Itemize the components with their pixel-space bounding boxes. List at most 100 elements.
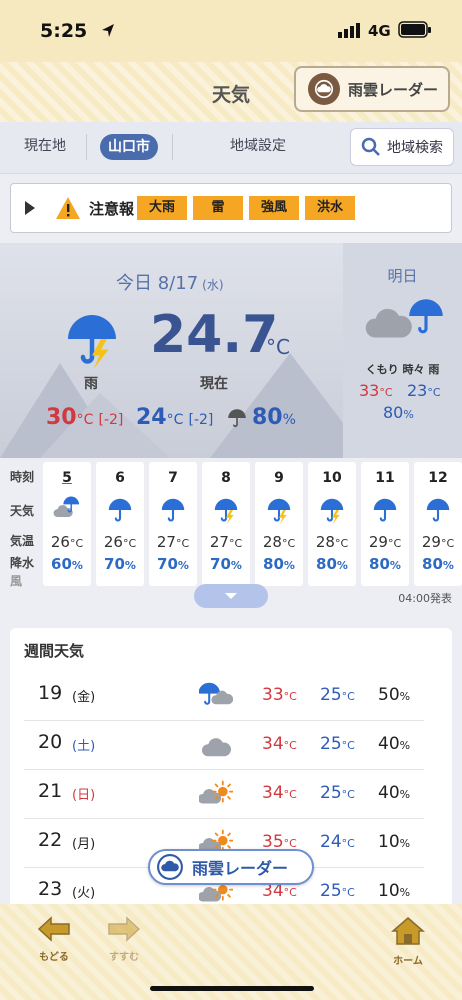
weekly-weekday: (月) — [72, 837, 96, 852]
weekly-low-value: 25 — [320, 685, 342, 705]
tab-yamaguchi[interactable]: 山口市 — [100, 134, 158, 160]
hour-precip: 70% — [202, 555, 250, 573]
home-button[interactable]: ホーム — [378, 916, 438, 967]
hour-column[interactable]: 6 26°C 70% — [96, 462, 144, 586]
hour-precip: 80% — [308, 555, 356, 573]
weekly-date: 21 — [38, 780, 63, 802]
floating-rain-radar-button[interactable]: 雨雲レーダー — [148, 849, 314, 885]
hour-temp-value: 27 — [209, 533, 229, 551]
hour-precip: 80% — [414, 555, 462, 573]
tab-current-location[interactable]: 現在地 — [24, 135, 66, 155]
hour-weather — [265, 496, 293, 528]
issued-time: 04:00発表 — [398, 592, 452, 605]
percent-unit: % — [399, 690, 411, 703]
umbrella-thunder-icon — [265, 496, 293, 524]
weekly-high-value: 33 — [262, 685, 284, 705]
weekly-row[interactable]: 21 (日) 34°C 25°C 40% — [24, 770, 424, 819]
back-button[interactable]: もどる — [24, 916, 84, 963]
hour-column[interactable]: 11 29°C 80% — [361, 462, 409, 586]
percent-unit: % — [177, 559, 189, 572]
hour-label: 7 — [168, 470, 178, 486]
hour-column[interactable]: 12 29°C 80% — [414, 462, 462, 586]
rain-radar-button[interactable]: 雨雲レーダー — [294, 66, 450, 112]
hour-temp-value: 29 — [421, 533, 441, 551]
umbrella-icon — [424, 496, 452, 524]
weather-advisory-bar[interactable]: 注意報 大雨 雷 強風 洪水 — [10, 183, 452, 233]
area-search-button[interactable]: 地域検索 — [350, 128, 454, 166]
weekly-weather — [199, 729, 233, 767]
hour-temp-value: 27 — [156, 533, 176, 551]
temp-unit: °C — [283, 690, 297, 703]
hour-column[interactable]: 9 28°C 80% — [255, 462, 303, 586]
weekly-precip: 40% — [378, 734, 410, 754]
forward-button[interactable]: すすむ — [94, 916, 154, 963]
temp-unit: °C — [283, 886, 297, 899]
weekly-precip-value: 50 — [378, 685, 400, 705]
hour-label: 10 — [322, 470, 342, 486]
location-arrow-icon — [102, 24, 114, 37]
today-heading: 今日 8/17 (水) — [116, 273, 224, 294]
weekly-precip: 50% — [378, 685, 410, 705]
weekly-row[interactable]: 19 (金) 33°C 25°C 50% — [24, 672, 424, 721]
percent-unit: % — [442, 559, 454, 572]
label-precip: 降水 — [10, 556, 35, 570]
advisory-strong-wind: 強風 — [249, 196, 299, 220]
weekly-low-value: 24 — [320, 832, 342, 852]
temp-unit: °C — [228, 537, 243, 550]
weekly-date: 22 — [38, 829, 63, 851]
tomorrow-precip: 80% — [383, 403, 414, 422]
percent-unit: % — [399, 837, 411, 850]
hour-precip: 70% — [96, 555, 144, 573]
cloud-sun-icon — [199, 778, 233, 812]
advisory-label: 注意報 — [89, 200, 135, 218]
weekly-weather — [199, 680, 233, 718]
divider — [172, 134, 173, 160]
battery-icon — [398, 21, 431, 38]
hour-precip-value: 70 — [157, 555, 178, 573]
hour-label: 6 — [115, 470, 125, 486]
weekly-low: 25°C — [320, 685, 355, 705]
expand-hourly-button[interactable] — [194, 584, 268, 608]
weekly-weekday: (土) — [72, 739, 96, 754]
hour-temp-value: 26 — [103, 533, 123, 551]
weekly-low: 25°C — [320, 783, 355, 803]
hour-precip-value: 70 — [210, 555, 231, 573]
home-label: ホーム — [393, 956, 423, 967]
hour-column[interactable]: 10 28°C 80% — [308, 462, 356, 586]
weekly-weekday: (火) — [72, 886, 96, 901]
temp-unit: °C — [122, 537, 137, 550]
percent-unit: % — [399, 788, 411, 801]
temp-unit: °C — [69, 537, 84, 550]
temp-unit: °C — [387, 537, 402, 550]
advisory-heavy-rain: 大雨 — [137, 196, 187, 220]
hour-weather — [53, 496, 81, 528]
weekly-precip-value: 40 — [378, 783, 400, 803]
hour-weather — [371, 496, 399, 528]
umbrella-thunder-icon — [318, 496, 346, 524]
advisory-thunder: 雷 — [193, 196, 243, 220]
umbrella-icon — [106, 496, 134, 524]
weekly-high-value: 34 — [262, 734, 284, 754]
tab-area-settings[interactable]: 地域設定 — [230, 135, 286, 155]
umbrella-icon — [371, 496, 399, 524]
umbrella-cloud-icon — [199, 680, 233, 714]
hour-label: 12 — [428, 470, 448, 486]
today-panel: 今日 8/17 (水) 雨 24.7 °C 現在 30°C [-2] 24°C [… — [0, 243, 343, 458]
hour-temp-value: 28 — [262, 533, 282, 551]
network-label: 4G — [368, 22, 391, 40]
hour-column[interactable]: 8 27°C 70% — [202, 462, 250, 586]
hour-temp: 28°C — [255, 533, 303, 551]
weekly-low-value: 25 — [320, 734, 342, 754]
radar-cloud-icon — [308, 73, 340, 105]
weekly-low: 25°C — [320, 734, 355, 754]
now-label: 現在 — [200, 376, 228, 392]
hour-weather — [318, 496, 346, 528]
weekly-row[interactable]: 20 (土) 34°C 25°C 40% — [24, 721, 424, 770]
hour-temp-value: 28 — [315, 533, 335, 551]
hour-column[interactable]: 7 27°C 70% — [149, 462, 197, 586]
weekly-precip-value: 10 — [378, 832, 400, 852]
hour-column[interactable]: 5 26°C 60% — [43, 462, 91, 586]
weekly-low-value: 25 — [320, 881, 342, 901]
hour-temp: 26°C — [96, 533, 144, 551]
temp-unit: °C — [175, 537, 190, 550]
